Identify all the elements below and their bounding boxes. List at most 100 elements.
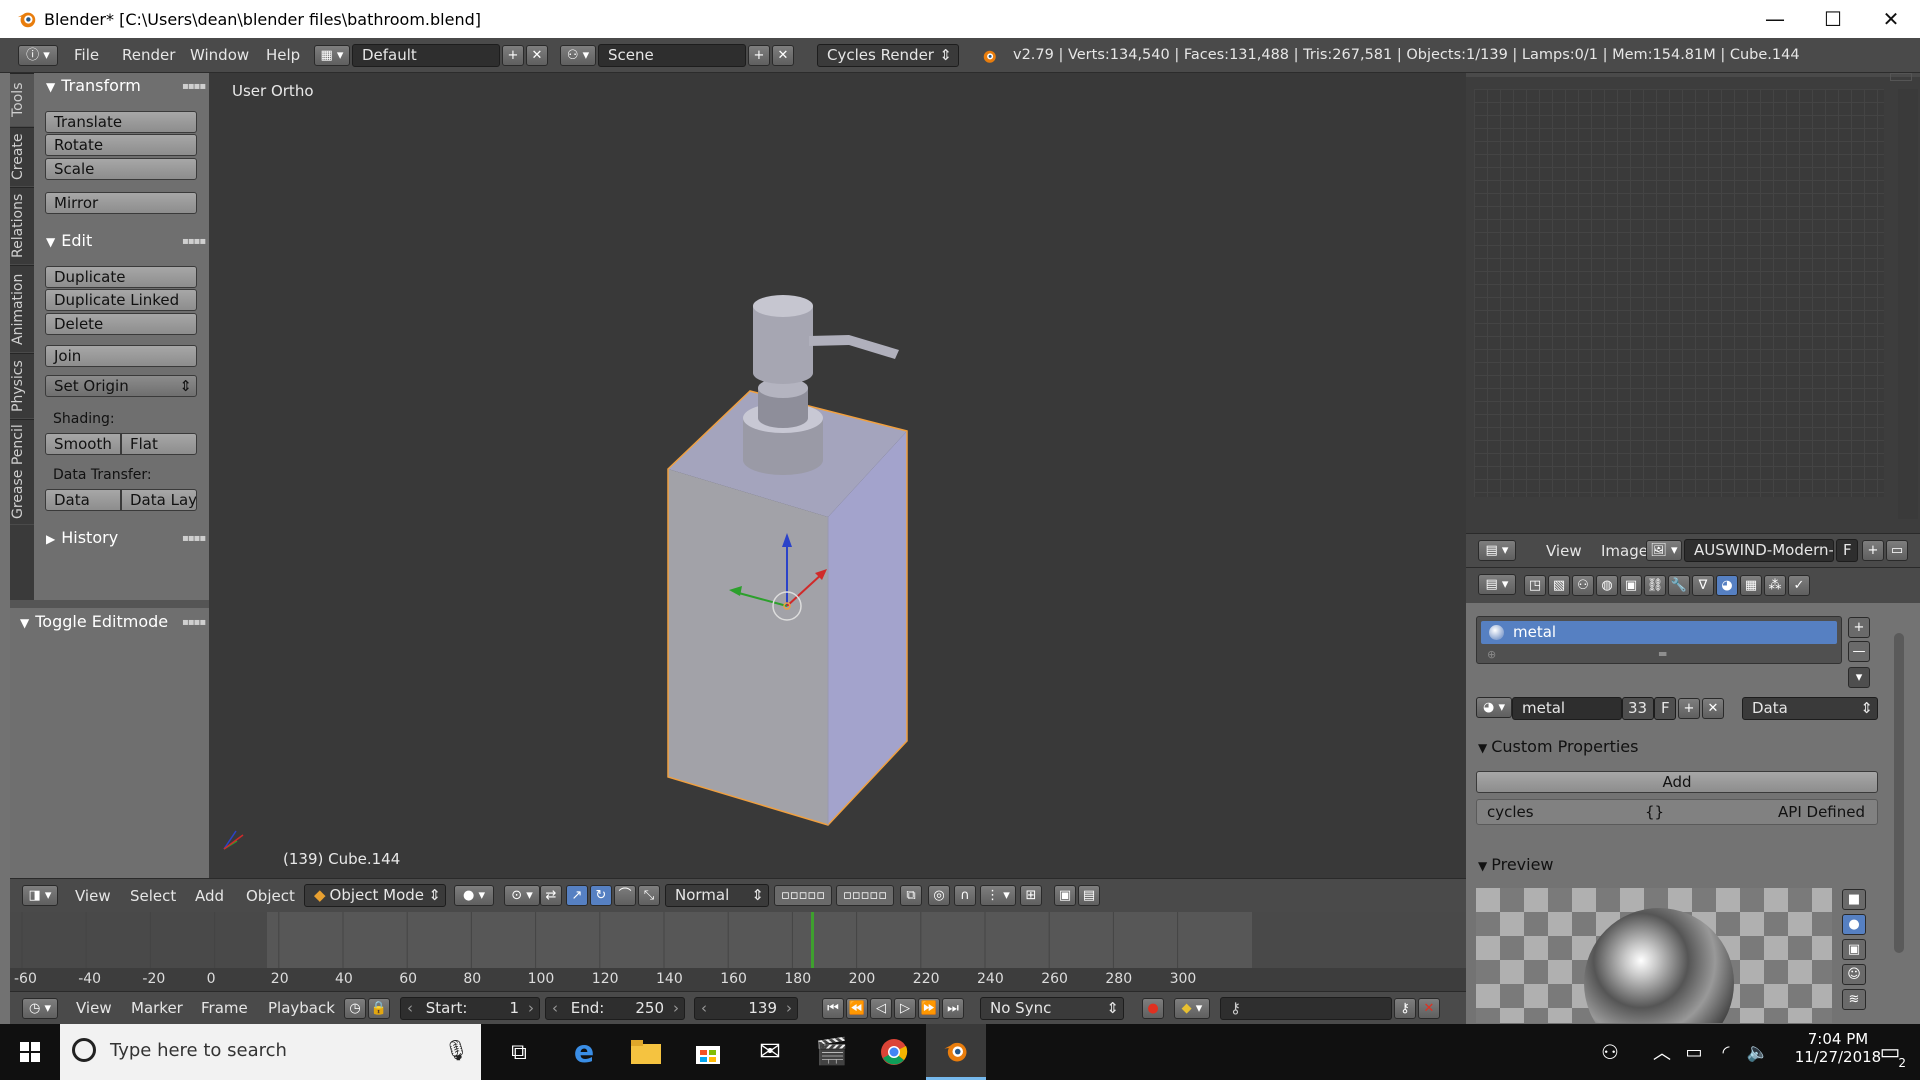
play-icon[interactable]: ▷	[894, 998, 916, 1019]
image-name-field[interactable]: AUSWIND-Modern-...	[1684, 539, 1834, 562]
end-frame-field[interactable]: ‹ End: 250 ›	[545, 997, 685, 1020]
timeline[interactable]: -60 -40 -20 0 20 40 60 80 100 120 140 160 180 200 220 2…	[10, 912, 1466, 991]
menu-add[interactable]: Add	[195, 879, 224, 913]
play-reverse-icon[interactable]: ◁	[870, 998, 892, 1019]
people-icon[interactable]: ⚇	[1590, 1024, 1630, 1080]
wifi-icon[interactable]: ◜	[1708, 1024, 1744, 1080]
3d-viewport[interactable]: User Ortho (139) Cube.144	[209, 73, 1466, 878]
preview-cube-icon[interactable]: ▣	[1842, 939, 1866, 960]
world-tab-icon[interactable]: ◍	[1596, 575, 1618, 596]
snap-target-icon[interactable]: ⊞	[1020, 885, 1042, 906]
set-origin-dropdown[interactable]: Set Origin ⇕	[45, 375, 197, 397]
texture-tab-icon[interactable]: ▦	[1740, 575, 1762, 596]
screen-layout-icon[interactable]: ▦ ▾	[314, 45, 350, 66]
material-specials-icon[interactable]: ▾	[1848, 667, 1870, 688]
battery-icon[interactable]: ▭	[1676, 1024, 1712, 1080]
maximize-button[interactable]: ☐	[1804, 0, 1862, 38]
menu-help[interactable]: Help	[266, 38, 300, 73]
data-button[interactable]: Data	[45, 489, 121, 511]
scale-button[interactable]: Scale	[45, 158, 197, 180]
editor-type-3d-view-icon[interactable]: ◨ ▾	[22, 885, 58, 906]
menu-file[interactable]: File	[74, 38, 99, 73]
panel-edit-header[interactable]: ▼ Edit	[46, 231, 92, 250]
jump-to-end-icon[interactable]: ⏭	[942, 998, 964, 1019]
current-frame-marker[interactable]	[811, 912, 814, 968]
panel-grip-icon[interactable]: ▪▪▪▪	[182, 617, 206, 628]
menu-window[interactable]: Window	[190, 38, 249, 73]
panel-grip-icon[interactable]: ▪▪▪▪	[182, 81, 206, 92]
file-explorer-icon[interactable]	[616, 1024, 676, 1080]
scene-icon[interactable]: ⚇ ▾	[560, 45, 596, 66]
menu-playback[interactable]: Playback	[268, 992, 335, 1025]
open-image-icon[interactable]: ▭	[1886, 540, 1908, 561]
chrome-icon[interactable]	[864, 1024, 924, 1080]
menu-image-view[interactable]: View	[1546, 534, 1582, 568]
editor-type-info-icon[interactable]: ⓘ ▾	[18, 45, 58, 66]
tab-grease-pencil[interactable]: Grease Pencil	[10, 419, 34, 525]
translate-button[interactable]: Translate	[45, 111, 197, 133]
browse-material-icon[interactable]: ◕ ▾	[1476, 697, 1512, 718]
delete-keyframe-icon[interactable]: ✕	[1418, 998, 1440, 1019]
volume-icon[interactable]: 🔈	[1740, 1024, 1776, 1080]
menu-marker[interactable]: Marker	[131, 992, 183, 1025]
minimize-button[interactable]: —	[1746, 0, 1804, 38]
chevron-right-icon[interactable]: ›	[528, 998, 534, 1019]
screen-layout-field[interactable]: Default	[352, 44, 500, 67]
preview-flat-icon[interactable]: ■	[1842, 889, 1866, 910]
start-windows-icon[interactable]	[0, 1024, 60, 1080]
chevron-right-icon[interactable]: ›	[673, 998, 679, 1019]
add-scene-icon[interactable]: +	[748, 45, 770, 66]
jump-to-next-keyframe-icon[interactable]: ⏩	[918, 998, 940, 1019]
editor-type-properties-icon[interactable]: ▤ ▾	[1478, 574, 1516, 595]
menu-render[interactable]: Render	[122, 38, 175, 73]
active-keying-set-field[interactable]: ⚷	[1220, 997, 1392, 1020]
auto-keying-record-icon[interactable]: ●	[1142, 998, 1164, 1019]
keying-set-icon[interactable]: ◆ ▾	[1174, 998, 1210, 1019]
add-material-slot-icon[interactable]: +	[1848, 617, 1870, 638]
close-button[interactable]: ✕	[1862, 0, 1920, 38]
object-tab-icon[interactable]: ▣	[1620, 575, 1642, 596]
panel-history-header[interactable]: ▶ History	[46, 528, 118, 547]
particles-tab-icon[interactable]: ⁂	[1764, 575, 1786, 596]
scene-tab-icon[interactable]: ⚇	[1572, 575, 1594, 596]
menu-view[interactable]: View	[75, 879, 111, 913]
taskbar-search-box[interactable]: Type here to search 🎙	[60, 1024, 481, 1080]
jump-to-previous-keyframe-icon[interactable]: ⏪	[846, 998, 868, 1019]
editor-type-image-icon[interactable]: ▤ ▾	[1478, 540, 1516, 561]
task-view-icon[interactable]: ⧉	[489, 1024, 549, 1080]
panel-transform-header[interactable]: ▼ Transform	[46, 76, 141, 95]
tab-animation[interactable]: Animation	[10, 265, 34, 353]
render-layers-tab-icon[interactable]: ▧	[1548, 575, 1570, 596]
delete-screen-icon[interactable]: ✕	[526, 45, 548, 66]
snap-element-icon[interactable]: ⋮ ▾	[980, 885, 1016, 906]
translate-manipulator-icon[interactable]: ↗	[566, 885, 588, 906]
menu-image[interactable]: Image	[1601, 534, 1648, 568]
action-center-icon[interactable]: ▭ 2	[1860, 1024, 1920, 1080]
preview-monkey-icon[interactable]: ☺	[1842, 964, 1866, 985]
snap-toggle-icon[interactable]: ∩	[954, 885, 976, 906]
smooth-button[interactable]: Smooth	[45, 433, 121, 455]
area-split-corner[interactable]	[1890, 73, 1912, 81]
object-data-tab-icon[interactable]: ∇	[1692, 575, 1714, 596]
lock-time-cursor-icon[interactable]: 🔒	[368, 998, 390, 1019]
delete-scene-icon[interactable]: ✕	[772, 45, 794, 66]
chevron-right-icon[interactable]: ›	[786, 998, 792, 1019]
chevron-left-icon[interactable]: ‹	[407, 999, 413, 1017]
material-fake-user-button[interactable]: F	[1654, 697, 1676, 720]
tab-physics[interactable]: Physics	[10, 353, 34, 419]
preview-header[interactable]: ▼ Preview	[1478, 855, 1554, 874]
sync-mode-dropdown[interactable]: No Sync ⇕	[980, 997, 1124, 1020]
viewport-canvas[interactable]	[209, 73, 1466, 878]
movies-tv-icon[interactable]: 🎬	[802, 1024, 862, 1080]
flat-button[interactable]: Flat	[121, 433, 197, 455]
unlink-material-icon[interactable]: ✕	[1702, 698, 1724, 719]
microphone-icon[interactable]: 🎙	[444, 1038, 469, 1062]
jump-to-start-icon[interactable]: ⏮	[822, 998, 844, 1019]
material-slots-list[interactable]: metal ⊕ ═	[1476, 616, 1842, 664]
manipulator-toggle-icon[interactable]: ⇄	[540, 885, 562, 906]
menu-select[interactable]: Select	[130, 879, 176, 913]
rotate-button[interactable]: Rotate	[45, 134, 197, 156]
scale-handle-icon[interactable]: ⤡	[638, 885, 660, 906]
pivot-point-icon[interactable]: ⊙ ▾	[504, 885, 540, 906]
preview-range-icon[interactable]: ◷	[344, 998, 366, 1019]
